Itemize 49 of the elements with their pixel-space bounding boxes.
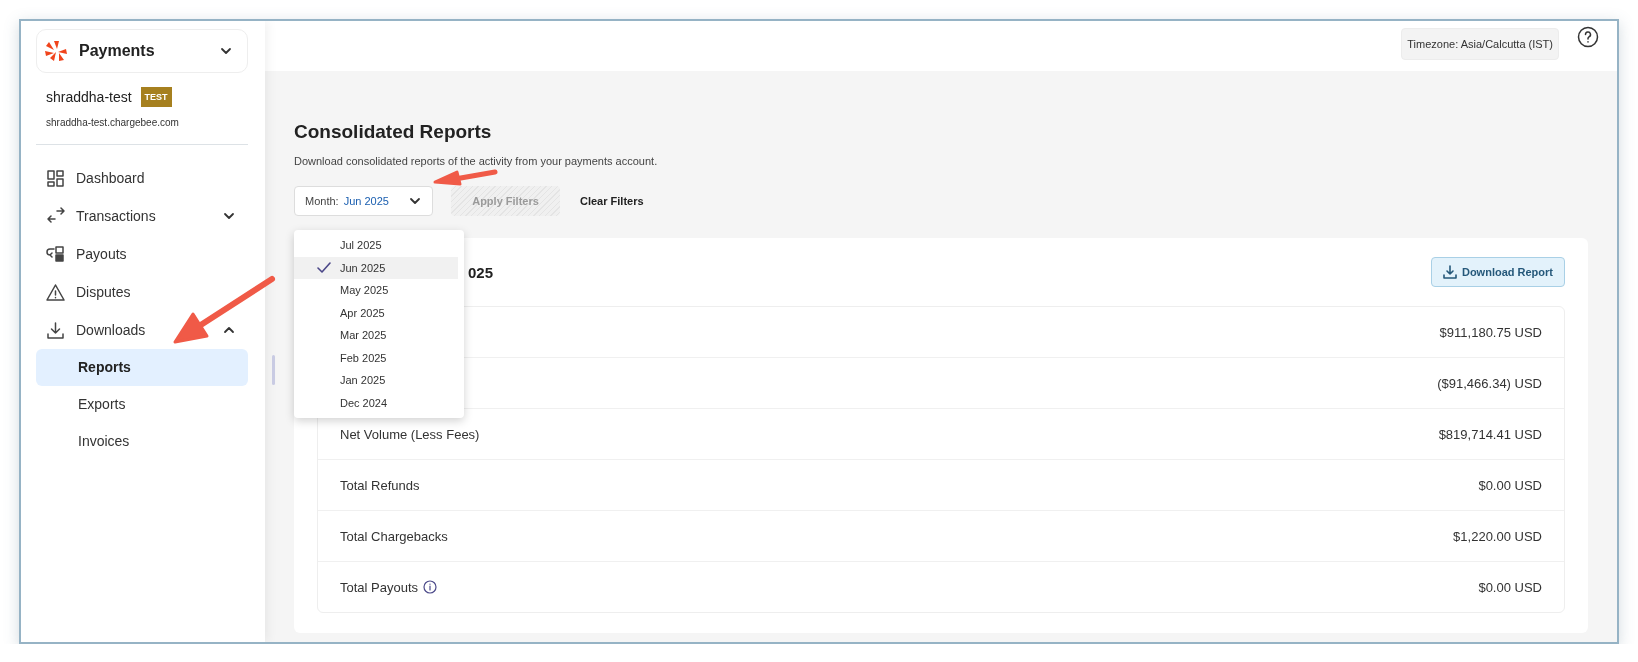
dropdown-option[interactable]: May 2025 <box>294 279 458 302</box>
account-url: shraddha-test.chargebee.com <box>46 117 180 128</box>
resize-handle[interactable] <box>272 355 275 385</box>
sidebar-item[interactable]: Transactions <box>36 197 248 235</box>
product-name: Payments <box>79 42 156 60</box>
row-label: Net Volume (Less Fees) <box>340 426 480 442</box>
page-title: Consolidated Reports <box>294 121 493 143</box>
dropdown-option[interactable]: Mar 2025 <box>294 324 458 347</box>
arrows-icon <box>46 206 66 226</box>
row-value: $911,180.75 USD <box>1439 324 1542 340</box>
row-label: Total Refunds <box>340 477 420 493</box>
download-icon <box>46 320 66 340</box>
payout-icon <box>46 244 66 264</box>
download-report-button[interactable]: Download Report <box>1430 257 1565 287</box>
timezone-chip: Timezone: Asia/Calcutta (IST) <box>1401 28 1559 60</box>
row-value: $0.00 USD <box>1478 579 1542 595</box>
dropdown-option[interactable]: Feb 2025 <box>294 346 458 369</box>
dropdown-option[interactable]: Jun 2025 <box>294 256 458 279</box>
dropdown-option[interactable]: Apr 2025 <box>294 301 458 324</box>
download-icon <box>1442 265 1457 279</box>
annotation-arrow <box>433 169 498 186</box>
dropdown-option[interactable]: Jan 2025 <box>294 369 458 392</box>
month-select[interactable]: Month: Jun 2025 <box>294 186 433 216</box>
sidebar-item[interactable]: Exports <box>36 386 248 423</box>
sidebar-item[interactable]: Dashboard <box>36 159 248 197</box>
sidebar-item[interactable]: Invoices <box>36 423 248 460</box>
row-value: $819,714.41 USD <box>1438 426 1542 442</box>
test-badge: TEST <box>140 87 172 107</box>
dropdown-option[interactable]: Dec 2024 <box>294 391 458 414</box>
dashboard-icon <box>46 168 66 188</box>
card-title: 025 <box>468 263 494 281</box>
page-subtitle: Download consolidated reports of the activity from your payments account. <box>294 155 659 167</box>
sidebar-item[interactable]: Disputes <box>36 273 248 311</box>
help-icon <box>1577 26 1599 48</box>
row-value: $0.00 USD <box>1478 477 1542 493</box>
warning-icon <box>46 282 66 302</box>
row-label: Total Chargebacks <box>340 528 448 544</box>
account-name: shraddha-test <box>46 89 132 105</box>
sidebar-item[interactable]: Downloads <box>36 311 248 349</box>
checkmark-icon <box>317 261 331 274</box>
row-label: Total Payouts <box>340 579 419 595</box>
clear-filters-button[interactable]: Clear Filters <box>578 195 646 207</box>
sidebar-item[interactable]: Payouts <box>36 235 248 273</box>
dropdown-option[interactable]: Jul 2025 <box>294 234 458 257</box>
sidebar-item[interactable]: Reports <box>36 349 248 386</box>
row-value: ($91,466.34) USD <box>1437 375 1542 391</box>
product-switcher[interactable]: Payments <box>36 29 248 73</box>
logo-icon <box>45 40 67 62</box>
row-value: $1,220.00 USD <box>1453 528 1542 544</box>
